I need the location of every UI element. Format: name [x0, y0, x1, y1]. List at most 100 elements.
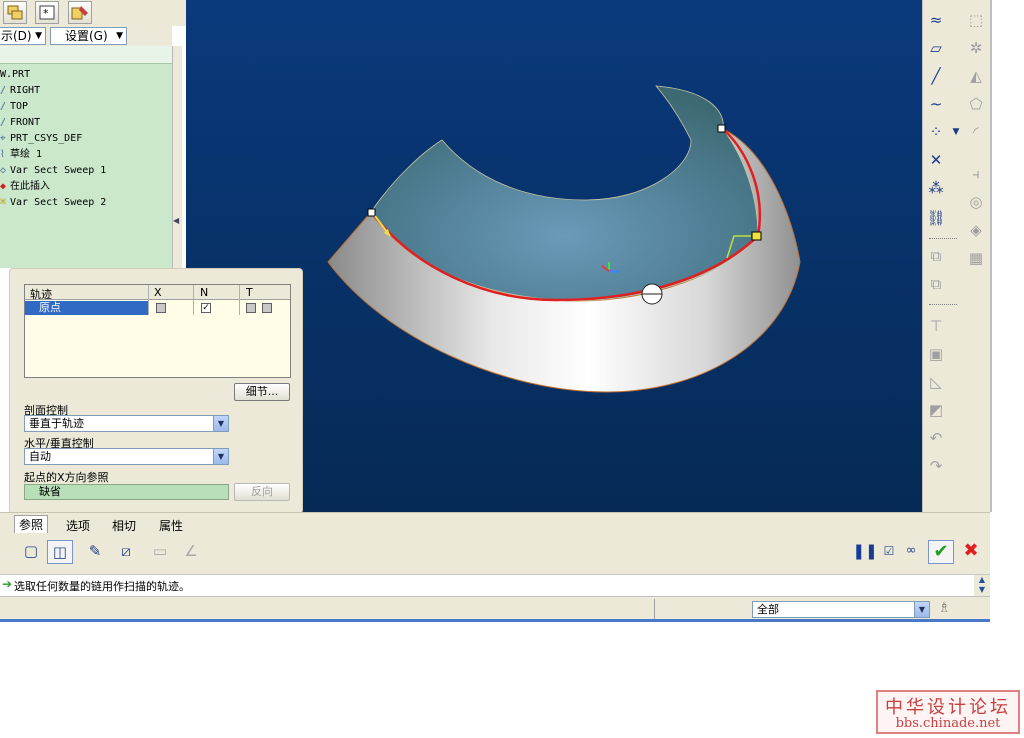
- tree-item[interactable]: ⌇ 草绘 1: [0, 147, 42, 163]
- table-row[interactable]: 原点 ✓: [25, 301, 290, 315]
- tree-item[interactable]: / TOP: [0, 99, 28, 115]
- confirm-button[interactable]: ✔: [928, 540, 954, 564]
- thicken-icon[interactable]: ◩: [925, 400, 947, 420]
- filter-info-icon[interactable]: ♗: [938, 600, 951, 616]
- extrude-icon[interactable]: ⬚: [965, 10, 987, 30]
- model-tree-header: [0, 46, 172, 64]
- column-header-trajectory: 轨迹: [30, 288, 52, 301]
- layer-tree-button[interactable]: [3, 1, 27, 24]
- angle-icon[interactable]: ∠: [178, 540, 204, 564]
- message-scrollbar[interactable]: ▲ ▼: [974, 575, 990, 597]
- tree-item[interactable]: W.PRT: [0, 67, 30, 83]
- datum-csys-icon[interactable]: ✕: [925, 150, 947, 170]
- prompt-arrow-icon: ➔: [2, 577, 13, 591]
- datum-point-icon[interactable]: ⁘: [925, 122, 947, 142]
- references-panel: 轨迹 X N T 原点 ✓ 细节... 剖面控制 垂直于轨迹 ▼ 水平/垂直控制…: [9, 268, 303, 514]
- blend-icon[interactable]: ⬠: [965, 94, 987, 114]
- scroll-down-icon[interactable]: ▼: [974, 585, 990, 595]
- tree-item-label: 草绘 1: [10, 149, 43, 160]
- status-bar: 全部 ▼ ♗: [0, 596, 990, 622]
- trim-icon[interactable]: ↷: [925, 456, 947, 476]
- tree-item-label: W.PRT: [0, 69, 31, 80]
- copy-icon[interactable]: ⧉: [925, 246, 947, 266]
- selection-filter-value: 全部: [757, 603, 779, 616]
- display-menu[interactable]: 示(D) ▼: [0, 27, 46, 45]
- hv-control-value: 自动: [29, 450, 51, 463]
- trajectory-end-handle: [717, 124, 726, 133]
- pattern-icon[interactable]: ▦: [965, 248, 987, 268]
- star-tool-button[interactable]: *: [35, 1, 59, 24]
- chevron-down-icon: ▼: [213, 416, 228, 431]
- hv-control-select[interactable]: 自动 ▼: [24, 448, 229, 465]
- flip-button[interactable]: 反向: [234, 483, 290, 501]
- trajectory-start-handle: [367, 208, 376, 217]
- surface-icon[interactable]: ◫: [47, 540, 73, 564]
- solid-icon[interactable]: ▢: [18, 540, 44, 564]
- solidify-icon[interactable]: ↶: [925, 428, 947, 448]
- sweep-icon[interactable]: ◭: [965, 66, 987, 86]
- right-edge: [990, 0, 992, 512]
- tree-item[interactable]: / FRONT: [0, 115, 40, 131]
- tree-item[interactable]: ◆ 在此插入: [0, 179, 50, 195]
- pause-icon[interactable]: ❚❚: [852, 540, 878, 564]
- datum-curve-icon[interactable]: ∼: [925, 94, 947, 114]
- tab-tangency[interactable]: 相切: [112, 517, 136, 535]
- thicken-icon[interactable]: ▭: [147, 540, 173, 564]
- x-checkbox[interactable]: [156, 303, 166, 313]
- sketch-edit-icon[interactable]: ✎: [82, 540, 108, 564]
- rib-icon[interactable]: ◈: [965, 220, 987, 240]
- extend-icon[interactable]: ◺: [925, 372, 947, 392]
- remove-material-icon[interactable]: ⧄: [113, 540, 139, 564]
- analysis-icon[interactable]: ⁂: [925, 178, 947, 198]
- chain-icon[interactable]: ⛓: [925, 208, 947, 228]
- n-checkbox[interactable]: ✓: [201, 303, 211, 313]
- section-control-select[interactable]: 垂直于轨迹 ▼: [24, 415, 229, 432]
- glasses-icon[interactable]: ∞: [898, 540, 924, 564]
- toolbar-separator: [929, 238, 957, 239]
- scroll-up-icon[interactable]: ▲: [974, 575, 990, 585]
- round-icon[interactable]: ◜: [965, 122, 987, 142]
- paste-icon[interactable]: ⧉: [925, 274, 947, 294]
- coordinate-system-icon: ⌖: [0, 133, 6, 144]
- toolbar-separator: [929, 304, 957, 305]
- tab-properties[interactable]: 属性: [159, 517, 183, 535]
- datum-axis-icon[interactable]: ╱: [925, 66, 947, 86]
- x-direction-label: 起点的X方向参照: [24, 471, 109, 484]
- datum-graph-icon[interactable]: ≈: [925, 10, 947, 30]
- top-toolbar: *: [0, 0, 186, 26]
- column-header-n: N: [200, 286, 209, 299]
- tree-item[interactable]: ◇ Var Sect Sweep 1: [0, 163, 106, 179]
- revolve-icon[interactable]: ✲: [965, 38, 987, 58]
- datum-plane-icon[interactable]: ▱: [925, 38, 947, 58]
- tree-item[interactable]: ⌘ Var Sect Sweep 2: [0, 195, 106, 211]
- trajectory-table[interactable]: 轨迹 X N T 原点 ✓: [24, 284, 291, 378]
- tree-item[interactable]: ⌖ PRT_CSYS_DEF: [0, 131, 82, 147]
- x-direction-reference-field[interactable]: 缺省: [24, 484, 229, 500]
- cancel-button[interactable]: ✖: [958, 540, 984, 564]
- tree-menu-row: 示(D) ▼ 设置(G) ▼: [0, 26, 172, 46]
- insert-here-icon: ◆: [0, 181, 7, 192]
- offset-icon[interactable]: ▣: [925, 344, 947, 364]
- shell-icon[interactable]: ◎: [965, 192, 987, 212]
- chevron-down-icon[interactable]: ▼: [945, 122, 967, 142]
- mirror-icon[interactable]: ⫞: [965, 164, 987, 184]
- t-checkbox[interactable]: [246, 303, 256, 313]
- tab-options[interactable]: 选项: [66, 517, 90, 535]
- details-button[interactable]: 细节...: [234, 383, 290, 401]
- merge-icon[interactable]: ⊤: [925, 316, 947, 336]
- tools-icon: [71, 6, 88, 20]
- settings-menu-label: 设置(G): [65, 29, 108, 43]
- tools-button[interactable]: [68, 1, 92, 24]
- model-tree-scrollbar[interactable]: ◀: [172, 46, 182, 268]
- preview-checkbox[interactable]: ☑: [880, 540, 898, 564]
- selection-filter-select[interactable]: 全部 ▼: [752, 601, 930, 618]
- tree-item[interactable]: / RIGHT: [0, 83, 40, 99]
- tab-references[interactable]: 参照: [14, 515, 49, 533]
- column-header-t: T: [246, 286, 253, 299]
- sweep-feature-icon: ◇: [0, 165, 7, 176]
- feature-dashboard: 参照 选项 相切 属性 ▢ ◫ ✎ ⧄ ▭ ∠ ❚❚ ☑ ∞ ✔ ✖: [0, 512, 990, 574]
- t-secondary-checkbox[interactable]: [262, 303, 272, 313]
- trajectory-table-header: 轨迹 X N T: [25, 285, 290, 315]
- sweep-feature-active-icon: ⌘: [0, 197, 7, 208]
- settings-menu[interactable]: 设置(G) ▼: [50, 27, 127, 45]
